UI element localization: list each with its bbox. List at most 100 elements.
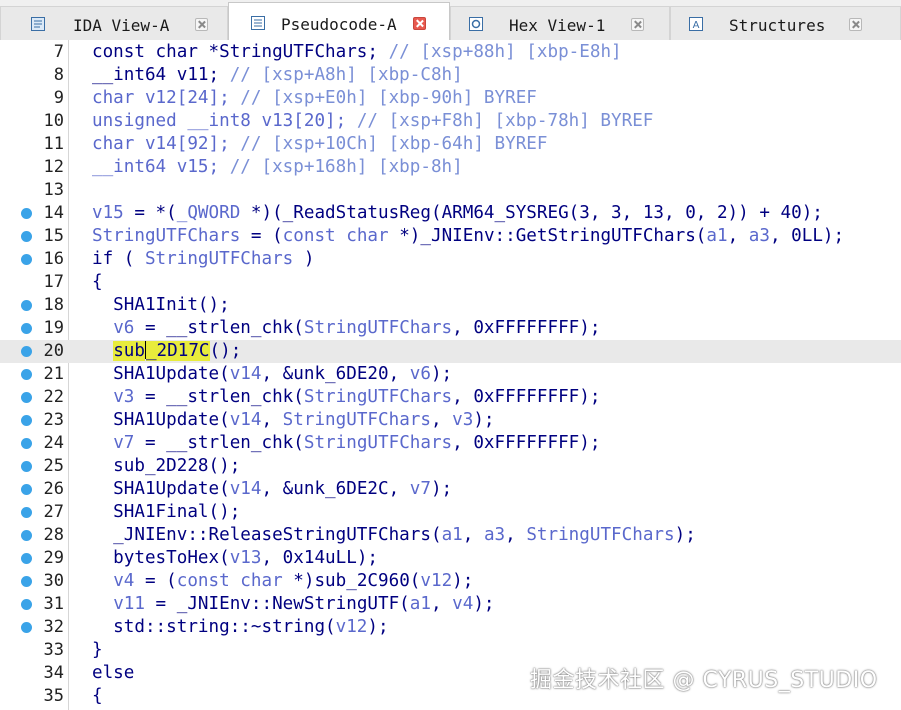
pseudocode-view[interactable]: 7 const char *StringUTFChars; // [xsp+88h… [0, 41, 901, 710]
line-number: 29 [43, 548, 64, 568]
code-line[interactable]: 25 sub_2D228(); [0, 455, 901, 478]
code-line[interactable]: 14 v15 = *(_QWORD *)(_ReadStatusReg(ARM64… [0, 202, 901, 225]
code-variable: __int64 v15; [92, 157, 230, 177]
code-token: , 0xFFFFFFFF); [452, 387, 601, 407]
code-line[interactable]: 10 unsigned __int8 v13[20]; // [xsp+F8h] … [0, 110, 901, 133]
code-line[interactable]: 16 if ( StringUTFChars ) [0, 248, 901, 271]
code-line[interactable]: 8 __int64 v11; // [xsp+A8h] [xbp-C8h] [0, 64, 901, 87]
code-line[interactable]: 15 StringUTFChars = (const char *)_JNIEnv… [0, 225, 901, 248]
code-line[interactable]: 19 v6 = __strlen_chk(StringUTFChars, 0xF… [0, 317, 901, 340]
code-text[interactable]: _JNIEnv::ReleaseStringUTFChars(a1, a3, S… [92, 524, 696, 547]
code-text[interactable]: StringUTFChars = (const char *)_JNIEnv::… [92, 225, 844, 248]
code-line[interactable]: 13 [0, 179, 901, 202]
code-variable: unsigned __int8 v13[20]; [92, 111, 357, 131]
code-line[interactable]: 20 sub_2D17C(); [0, 340, 901, 363]
code-variable: StringUTFChars [303, 433, 453, 453]
code-text[interactable]: char v14[92]; // [xsp+10Ch] [xbp-64h] BY… [92, 133, 547, 156]
code-line[interactable]: 32 std::string::~string(v12); [0, 616, 901, 639]
code-variable: char v14[92]; [92, 134, 241, 154]
code-line[interactable]: 21 SHA1Update(v14, &unk_6DE20, v6); [0, 363, 901, 386]
code-text[interactable]: const char *StringUTFChars; // [xsp+88h]… [92, 41, 622, 64]
tab-pseudocode-a[interactable]: Pseudocode-A [228, 2, 450, 40]
code-line[interactable]: 24 v7 = __strlen_chk(StringUTFChars, 0xF… [0, 432, 901, 455]
code-line[interactable]: 9 char v12[24]; // [xsp+E0h] [xbp-90h] BY… [0, 87, 901, 110]
code-text[interactable]: __int64 v11; // [xsp+A8h] [xbp-C8h] [92, 64, 463, 87]
code-variable: StringUTFChars [303, 387, 453, 407]
code-line[interactable]: 33} [0, 639, 901, 662]
code-text[interactable]: sub_2D228(); [92, 455, 240, 478]
line-number: 35 [43, 686, 64, 706]
code-variable: const char [282, 226, 389, 246]
code-line[interactable]: 12 __int64 v15; // [xsp+168h] [xbp-8h] [0, 156, 901, 179]
code-line[interactable]: 27 SHA1Final(); [0, 501, 901, 524]
code-text[interactable]: } [92, 639, 103, 662]
code-token: *)(_ReadStatusReg(ARM64_SYSREG(3, 3, 13,… [240, 203, 823, 223]
code-token: ); [430, 479, 453, 499]
code-text[interactable]: v15 = *(_QWORD *)(_ReadStatusReg(ARM64_S… [92, 202, 823, 225]
code-text[interactable]: SHA1Update(v14, &unk_6DE2C, v7); [92, 478, 452, 501]
code-line[interactable]: 18 SHA1Init(); [0, 294, 901, 317]
close-icon[interactable] [849, 18, 862, 31]
close-icon[interactable] [195, 18, 208, 31]
code-comment: // [xsp+A8h] [xbp-C8h] [229, 65, 463, 85]
code-token: = ( [134, 571, 177, 591]
code-line[interactable]: 11 char v14[92]; // [xsp+10Ch] [xbp-64h] … [0, 133, 901, 156]
code-line[interactable]: 26 SHA1Update(v14, &unk_6DE2C, v7); [0, 478, 901, 501]
code-text[interactable]: v4 = (const char *)sub_2C960(v12); [92, 570, 473, 593]
code-token: , [430, 594, 453, 614]
code-line[interactable]: 17 { [0, 271, 901, 294]
code-text[interactable]: SHA1Init(); [92, 294, 230, 317]
code-text[interactable]: v7 = __strlen_chk(StringUTFChars, 0xFFFF… [92, 432, 600, 455]
code-text[interactable]: sub_2D17C(); [92, 340, 241, 363]
code-line[interactable]: 31 v11 = _JNIEnv::NewStringUTF(a1, v4); [0, 593, 901, 616]
line-number: 13 [43, 180, 64, 200]
code-line[interactable]: 28 _JNIEnv::ReleaseStringUTFChars(a1, a3… [0, 524, 901, 547]
code-line[interactable]: 23 SHA1Update(v14, StringUTFChars, v3); [0, 409, 901, 432]
code-text[interactable]: SHA1Final(); [92, 501, 240, 524]
code-token: , [261, 410, 283, 430]
tab-ida-view-a[interactable]: IDA View-A [0, 6, 228, 40]
code-token: = __strlen_chk( [134, 318, 304, 338]
close-icon[interactable] [413, 17, 426, 30]
code-text[interactable]: SHA1Update(v14, StringUTFChars, v3); [92, 409, 494, 432]
code-token: sub_2D228(); [92, 456, 241, 476]
code-text[interactable]: if ( StringUTFChars ) [92, 248, 314, 271]
code-text[interactable]: v6 = __strlen_chk(StringUTFChars, 0xFFFF… [92, 317, 600, 340]
highlighted-identifier: _2D17C [145, 341, 210, 361]
tab-label: IDA View-A [73, 16, 170, 35]
code-text[interactable]: else [92, 662, 134, 685]
code-line[interactable]: 7 const char *StringUTFChars; // [xsp+88h… [0, 41, 901, 64]
code-token: bytesToHex( [92, 548, 230, 568]
code-text[interactable]: v3 = __strlen_chk(StringUTFChars, 0xFFFF… [92, 386, 600, 409]
code-token: { [92, 272, 103, 292]
code-token: *)_JNIEnv::GetStringUTFChars( [388, 226, 707, 246]
code-token: , [727, 226, 749, 246]
code-text[interactable]: { [92, 685, 103, 708]
code-variable: _QWORD [176, 203, 241, 223]
code-text[interactable]: { [92, 271, 103, 294]
pseudocode-icon [251, 16, 265, 30]
close-icon[interactable] [631, 18, 644, 31]
code-token: ) [293, 249, 315, 269]
code-line[interactable]: 30 v4 = (const char *)sub_2C960(v12); [0, 570, 901, 593]
code-line[interactable]: 22 v3 = __strlen_chk(StringUTFChars, 0xF… [0, 386, 901, 409]
code-variable: v3 [452, 410, 474, 430]
code-line[interactable]: 29 bytesToHex(v13, 0x14uLL); [0, 547, 901, 570]
code-text[interactable]: bytesToHex(v13, 0x14uLL); [92, 547, 378, 570]
code-variable: v14 [229, 410, 262, 430]
line-number: 9 [53, 88, 64, 108]
code-text[interactable]: unsigned __int8 v13[20]; // [xsp+F8h] [x… [92, 110, 653, 133]
tab-hex-view-1[interactable]: Hex View-1 [450, 6, 670, 40]
code-token: (); [209, 341, 242, 361]
code-text[interactable]: std::string::~string(v12); [92, 616, 388, 639]
code-text[interactable]: char v12[24]; // [xsp+E0h] [xbp-90h] BYR… [92, 87, 537, 110]
code-token: if ( [92, 249, 145, 269]
code-variable: StringUTFChars [282, 410, 431, 430]
code-text[interactable]: v11 = _JNIEnv::NewStringUTF(a1, v4); [92, 593, 494, 616]
code-variable: char v12[24]; [92, 88, 241, 108]
tab-structures[interactable]: A Structures [670, 6, 901, 40]
code-text[interactable]: __int64 v15; // [xsp+168h] [xbp-8h] [92, 156, 463, 179]
svg-text:A: A [693, 20, 700, 31]
code-text[interactable]: SHA1Update(v14, &unk_6DE20, v6); [92, 363, 452, 386]
code-variable: v7 [409, 479, 431, 499]
